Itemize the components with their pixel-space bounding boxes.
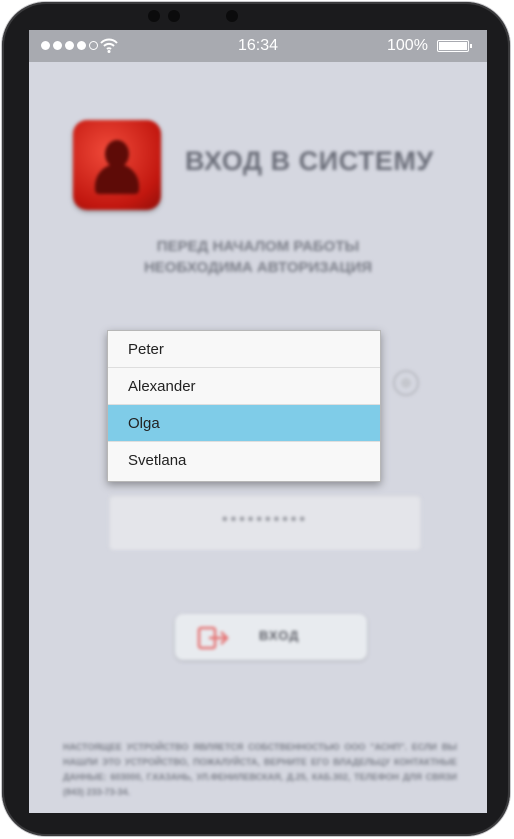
front-camera-lens xyxy=(226,10,238,22)
tablet-frame: 16:34 100% ВХОД В СИСТЕМУ ПЕРЕД НАЧАЛОМ … xyxy=(2,2,510,836)
status-bar: 16:34 100% xyxy=(29,30,487,62)
login-option-olga[interactable]: Olga xyxy=(108,405,380,442)
login-button-label: ВХОД xyxy=(259,628,300,643)
app-screen: 16:34 100% ВХОД В СИСТЕМУ ПЕРЕД НАЧАЛОМ … xyxy=(29,30,487,813)
ownership-notice: НАСТОЯЩЕЕ УСТРОЙСТВО ЯВЛЯЕТСЯ СОБСТВЕННО… xyxy=(63,742,457,797)
front-camera xyxy=(148,10,160,22)
auth-notice: ПЕРЕД НАЧАЛОМ РАБОТЫ НЕОБХОДИМА АВТОРИЗА… xyxy=(29,236,487,278)
login-dropdown-list[interactable]: Peter Alexander Olga Svetlana xyxy=(107,330,381,482)
login-option-peter[interactable]: Peter xyxy=(108,331,380,368)
password-field[interactable]: •••••••••• xyxy=(109,495,421,550)
auth-notice-line1: ПЕРЕД НАЧАЛОМ РАБОТЫ xyxy=(156,238,360,255)
battery-icon xyxy=(437,40,472,52)
clear-login-icon[interactable] xyxy=(393,370,419,396)
user-lock-icon xyxy=(73,120,161,210)
password-masked-value: •••••••••• xyxy=(221,511,308,528)
login-option-svetlana[interactable]: Svetlana xyxy=(108,442,380,479)
auth-notice-line2: НЕОБХОДИМА АВТОРИЗАЦИЯ xyxy=(143,259,373,276)
battery-percent: 100% xyxy=(387,37,428,54)
login-button[interactable]: ВХОД xyxy=(175,614,367,660)
login-option-alexander[interactable]: Alexander xyxy=(108,368,380,405)
front-sensor xyxy=(168,10,180,22)
page-title: ВХОД В СИСТЕМУ xyxy=(185,146,434,176)
exit-icon xyxy=(197,626,229,650)
